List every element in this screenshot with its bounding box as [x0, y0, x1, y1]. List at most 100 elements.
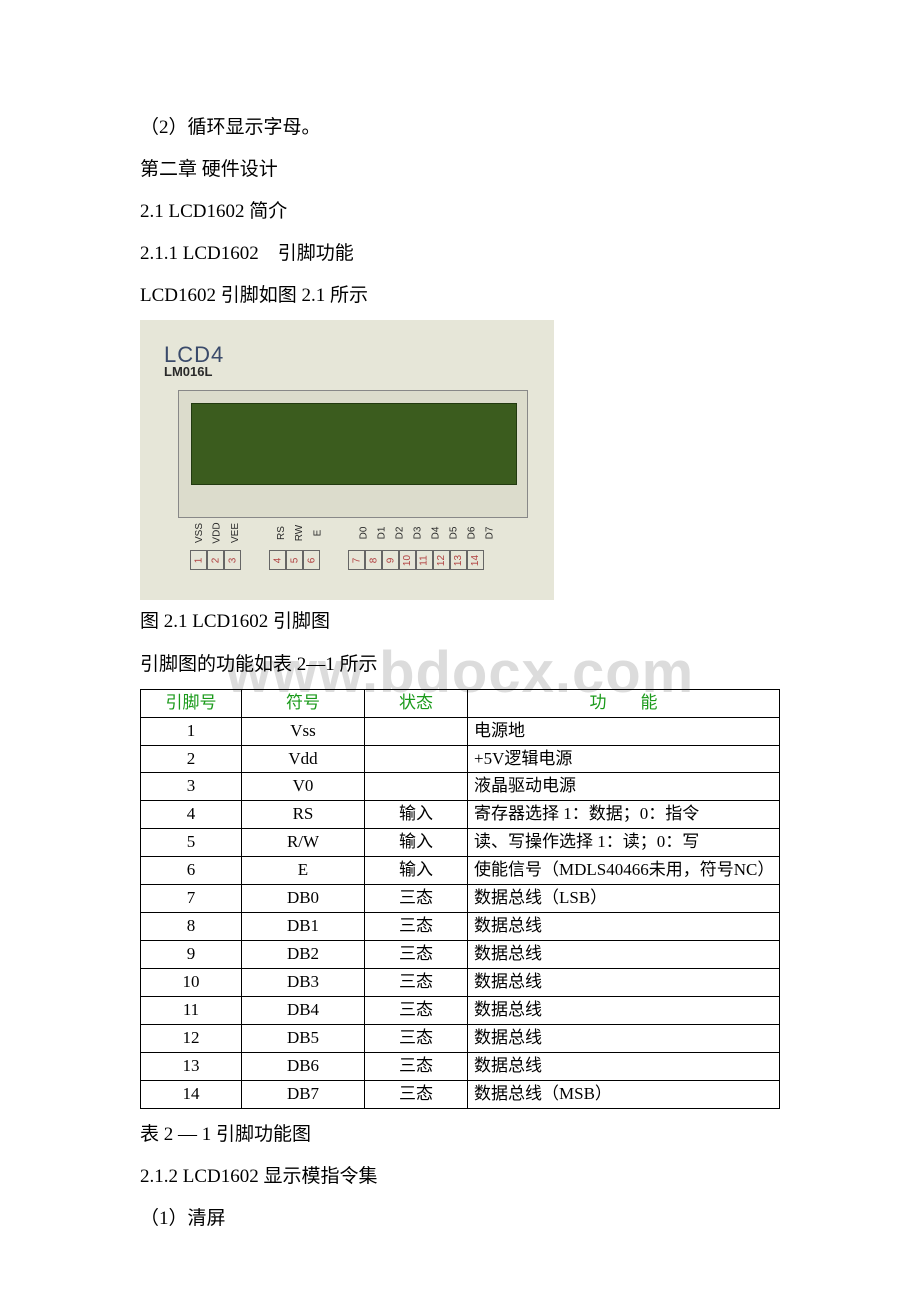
cell-state	[365, 745, 468, 773]
cell-pin: 2	[141, 745, 242, 773]
th-func: 功 能	[468, 689, 780, 717]
cell-state: 三态	[365, 996, 468, 1024]
cell-func: 电源地	[468, 717, 780, 745]
table-row: 5R/W输入读、写操作选择 1：读；0：写	[141, 829, 780, 857]
pin-number: 2	[207, 550, 224, 570]
cell-func: 使能信号（MDLS40466未用，符号NC）	[468, 857, 780, 885]
table-row: 11DB4三态数据总线	[141, 996, 780, 1024]
cell-sym: E	[242, 857, 365, 885]
lcd-screen	[191, 403, 517, 485]
cell-sym: Vss	[242, 717, 365, 745]
lcd-pin-numbers-row: 1 2 3 4 5 6 7 8 9 10	[190, 550, 484, 570]
cell-func: 数据总线	[468, 969, 780, 997]
table-header-row: 引脚号 符号 状态 功 能	[141, 689, 780, 717]
heading-section: 2.1 LCD1602 简介	[140, 194, 780, 230]
cell-pin: 6	[141, 857, 242, 885]
lcd-module-model: LM016L	[164, 360, 212, 385]
pin-number: 7	[348, 550, 365, 570]
cell-state: 三态	[365, 941, 468, 969]
cell-state: 三态	[365, 1024, 468, 1052]
para-figref: LCD1602 引脚如图 2.1 所示	[140, 278, 780, 314]
cell-sym: DB4	[242, 996, 365, 1024]
cell-state: 三态	[365, 969, 468, 997]
cell-sym: DB3	[242, 969, 365, 997]
pin-number: 13	[450, 550, 467, 570]
cell-pin: 1	[141, 717, 242, 745]
figure-caption: 图 2.1 LCD1602 引脚图	[140, 604, 780, 640]
pin-number: 10	[399, 550, 416, 570]
cell-state: 三态	[365, 1080, 468, 1108]
cell-sym: DB1	[242, 913, 365, 941]
cell-state: 输入	[365, 857, 468, 885]
pin-number: 8	[365, 550, 382, 570]
cell-state: 输入	[365, 801, 468, 829]
cell-func: 数据总线（MSB）	[468, 1080, 780, 1108]
cell-sym: DB2	[242, 941, 365, 969]
table-row: 6E输入使能信号（MDLS40466未用，符号NC）	[141, 857, 780, 885]
cell-sym: DB7	[242, 1080, 365, 1108]
heading-subsection: 2.1.1 LCD1602 引脚功能	[140, 236, 780, 272]
cell-pin: 11	[141, 996, 242, 1024]
cell-sym: DB5	[242, 1024, 365, 1052]
cell-pin: 14	[141, 1080, 242, 1108]
pin-number: 6	[303, 550, 320, 570]
table-row: 2Vdd +5V逻辑电源	[141, 745, 780, 773]
document-content: （2）循环显示字母。 第二章 硬件设计 2.1 LCD1602 简介 2.1.1…	[140, 110, 780, 1237]
heading-subsection-2: 2.1.2 LCD1602 显示模指令集	[140, 1159, 780, 1195]
table-row: 12DB5三态数据总线	[141, 1024, 780, 1052]
cell-state: 三态	[365, 885, 468, 913]
cell-func: 数据总线	[468, 1024, 780, 1052]
cell-func: 读、写操作选择 1：读；0：写	[468, 829, 780, 857]
table-row: 8DB1三态数据总线	[141, 913, 780, 941]
pin-label: D7	[476, 527, 502, 540]
cell-state: 输入	[365, 829, 468, 857]
table-row: 1Vss 电源地	[141, 717, 780, 745]
pin-number: 4	[269, 550, 286, 570]
cell-func: +5V逻辑电源	[468, 745, 780, 773]
pin-function-table: 引脚号 符号 状态 功 能 1Vss 电源地 2Vdd +5V逻辑电源3V0液晶驱动电…	[140, 689, 780, 1109]
cell-sym: V0	[242, 773, 365, 801]
cell-pin: 8	[141, 913, 242, 941]
th-state: 状态	[365, 689, 468, 717]
table-caption: 表 2 — 1 引脚功能图	[140, 1117, 780, 1153]
cell-func: 数据总线	[468, 996, 780, 1024]
table-row: 14DB7三态数据总线（MSB）	[141, 1080, 780, 1108]
cell-func: 寄存器选择 1：数据；0：指令	[468, 801, 780, 829]
cell-sym: DB6	[242, 1052, 365, 1080]
pin-number: 3	[224, 550, 241, 570]
cell-state: 三态	[365, 1052, 468, 1080]
pin-number: 11	[416, 550, 433, 570]
cell-sym: RS	[242, 801, 365, 829]
lcd-body	[178, 390, 528, 518]
para-tableref: 引脚图的功能如表 2—1 所示	[140, 647, 780, 683]
cell-state	[365, 717, 468, 745]
para-2: （2）循环显示字母。	[140, 110, 780, 146]
cell-state	[365, 773, 468, 801]
table-row: 4RS输入寄存器选择 1：数据；0：指令	[141, 801, 780, 829]
cell-sym: R/W	[242, 829, 365, 857]
cell-pin: 5	[141, 829, 242, 857]
pin-number: 12	[433, 550, 450, 570]
cell-pin: 12	[141, 1024, 242, 1052]
cell-pin: 13	[141, 1052, 242, 1080]
table-row: 10DB3三态数据总线	[141, 969, 780, 997]
cell-sym: Vdd	[242, 745, 365, 773]
cell-pin: 4	[141, 801, 242, 829]
table-row: 7DB0三态数据总线（LSB）	[141, 885, 780, 913]
cell-pin: 3	[141, 773, 242, 801]
para-clear: （1）清屏	[140, 1201, 780, 1237]
cell-sym: DB0	[242, 885, 365, 913]
th-sym: 符号	[242, 689, 365, 717]
table-row: 3V0液晶驱动电源	[141, 773, 780, 801]
cell-func: 数据总线	[468, 1052, 780, 1080]
cell-func: 数据总线	[468, 913, 780, 941]
th-pin: 引脚号	[141, 689, 242, 717]
heading-chapter: 第二章 硬件设计	[140, 152, 780, 188]
pin-number: 9	[382, 550, 399, 570]
pin-number: 14	[467, 550, 484, 570]
pin-label: E	[304, 530, 330, 537]
cell-state: 三态	[365, 913, 468, 941]
pin-number: 1	[190, 550, 207, 570]
table-row: 13DB6三态数据总线	[141, 1052, 780, 1080]
cell-func: 数据总线（LSB）	[468, 885, 780, 913]
